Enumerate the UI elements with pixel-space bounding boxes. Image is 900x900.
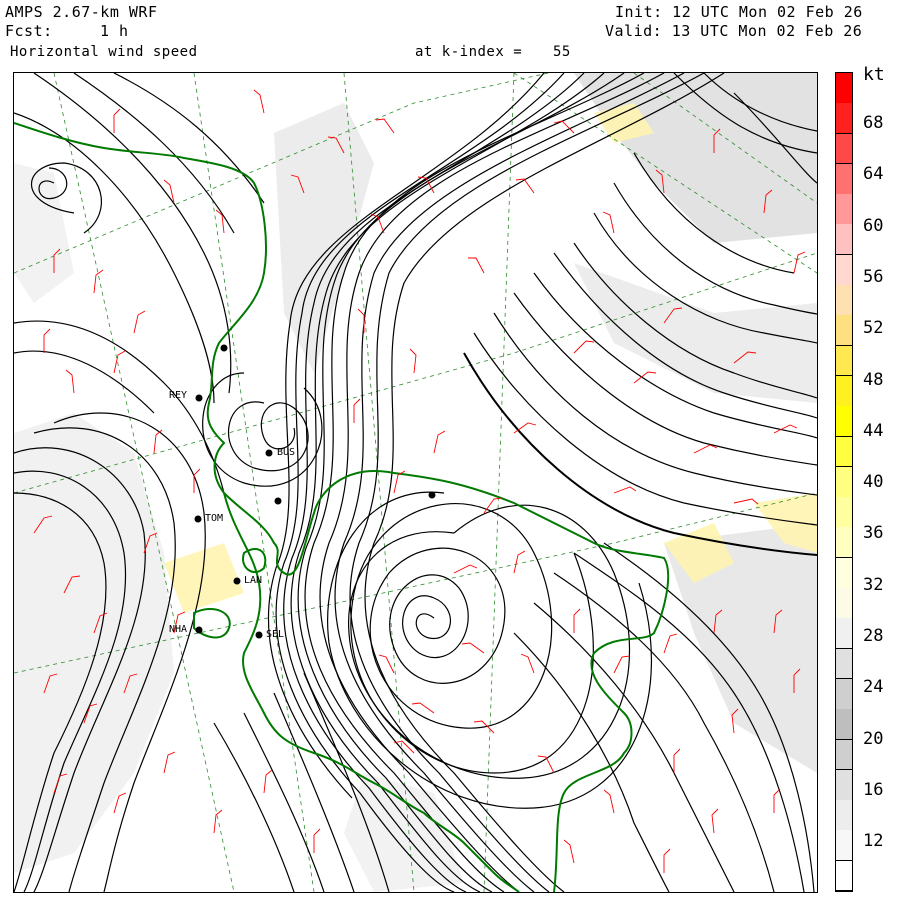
station-marker [195,394,203,402]
colorbar-label: 12 [863,831,884,852]
station-label-nha: NHA [169,624,188,635]
station-label-tom: TOM [205,513,224,524]
model-title: AMPS 2.67-km WRF [5,3,158,21]
colorbar-label: 60 [863,215,884,236]
forecast-value: 1 h [100,22,129,40]
colorbar [835,72,853,892]
station-label-sel: SEL [266,629,285,640]
colorbar-label: 28 [863,626,884,646]
colorbar-label: 32 [863,574,884,595]
station-label-rey: REY [169,390,188,401]
colorbar-label: 68 [863,113,884,133]
station-marker [233,577,241,585]
colorbar-segment [836,194,852,225]
colorbar-label: 36 [863,523,884,544]
colorbar-segment [836,588,852,619]
colorbar-segment [836,648,852,680]
colorbar-segment [836,557,852,589]
wind-shading [14,73,817,892]
colorbar-segment [836,618,852,650]
colorbar-segment [836,497,852,528]
colorbar-segment [836,678,852,710]
colorbar-segment [836,466,852,498]
station-label-lan: LAN [244,575,263,586]
colorbar-segment [836,285,852,316]
colorbar-segment [836,254,852,286]
colorbar-label: 44 [863,420,884,441]
station-marker [220,344,228,352]
station-marker [195,626,203,634]
colorbar-unit: kt [863,64,885,85]
colorbar-segment [836,345,852,377]
colorbar-segment [836,860,852,892]
colorbar-label: 64 [863,164,884,185]
station-marker [428,491,436,499]
colorbar-label: 52 [863,318,884,339]
colorbar-label: 48 [863,369,884,390]
colorbar-segment [836,709,852,740]
colorbar-segment [836,800,852,831]
station-marker [194,515,202,523]
colorbar-label: 24 [863,677,884,698]
forecast-label: Fcst: [5,22,53,40]
colorbar-segment [836,739,852,771]
init-time: Init: 12 UTC Mon 02 Feb 26 [615,3,863,21]
colorbar-segment [836,436,852,468]
station-marker [265,449,273,457]
colorbar-segment [836,163,852,195]
colorbar-segment [836,133,852,165]
colorbar-label: 16 [863,779,884,800]
station-marker [255,631,263,639]
colorbar-segment [836,224,852,256]
colorbar-segment [836,315,852,347]
colorbar-segment [836,830,852,862]
station-label-bus: BUS [277,447,296,458]
colorbar-label: 56 [863,266,884,287]
colorbar-segment [836,769,852,801]
valid-time: Valid: 13 UTC Mon 02 Feb 26 [605,22,863,40]
level-value: 55 [553,44,571,60]
level-label: at k-index = [415,44,523,60]
colorbar-segment [836,103,852,135]
field-name: Horizontal wind speed [10,44,198,60]
colorbar-segment [836,73,852,104]
colorbar-segment [836,406,852,438]
colorbar-label: 20 [863,728,884,749]
wind-map: REY BUS TOM LAN NHA SEL [13,72,818,893]
colorbar-segment [836,375,852,407]
map-svg [14,73,817,892]
colorbar-segment [836,527,852,559]
station-marker [274,497,282,505]
colorbar-label: 40 [863,472,884,493]
